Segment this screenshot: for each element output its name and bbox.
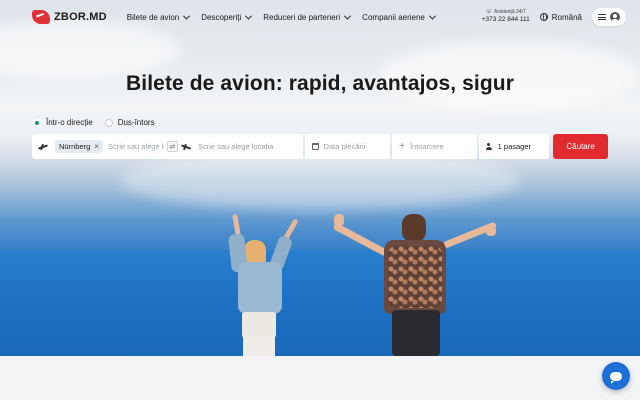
chevron-down-icon: [428, 12, 436, 20]
support-contact[interactable]: ☏ Asistență 24/7 +373 22 844 111: [481, 10, 530, 24]
nav-item-descoperiti[interactable]: Descoperiți: [201, 12, 253, 22]
calendar-icon: [311, 143, 319, 150]
swap-icon[interactable]: ⇄: [166, 141, 178, 152]
route-field: Nürnberg × Scrie sau alege locația ⇄ Scr…: [32, 134, 303, 159]
person-woman: [222, 213, 302, 356]
chat-bubble-icon: [610, 371, 622, 384]
account-menu-button[interactable]: [592, 8, 626, 26]
person-icon: [485, 143, 493, 150]
landing-icon: [181, 143, 192, 151]
origin-chip[interactable]: Nürnberg ×: [55, 140, 103, 153]
site-header: ZBOR.MD Bilete de avion Descoperiți Redu…: [0, 0, 640, 34]
return-placeholder: Întoarcere: [409, 142, 444, 151]
radio-unchecked-icon: [104, 118, 113, 127]
search-button[interactable]: Căutare: [553, 134, 608, 159]
nav-item-bilete[interactable]: Bilete de avion: [126, 12, 191, 22]
nav-item-label: Reduceri de parteneri: [263, 12, 341, 22]
user-icon: [610, 12, 620, 22]
language-selector[interactable]: Română: [539, 12, 582, 22]
chevron-down-icon: [183, 12, 191, 20]
support-phone: +373 22 844 111: [481, 16, 530, 24]
person-man: [332, 212, 500, 356]
departure-date-field[interactable]: Data plecării: [304, 134, 391, 159]
origin-chip-label: Nürnberg: [59, 142, 91, 151]
destination-input[interactable]: Scrie sau alege locația: [198, 142, 273, 151]
radio-checked-icon: [33, 118, 41, 127]
language-label: Română: [551, 12, 582, 22]
departure-placeholder: Data plecării: [323, 142, 366, 151]
hamburger-icon: [598, 14, 606, 20]
takeoff-icon: [38, 143, 49, 151]
sea: [0, 250, 640, 356]
passengers-field[interactable]: 1 pasager: [478, 134, 550, 159]
chevron-down-icon: [245, 12, 253, 20]
trip-type-selector: Într-o direcție Dus-întors: [33, 118, 155, 127]
nav-item-label: Bilete de avion: [126, 12, 180, 22]
logo-text: ZBOR.MD: [54, 11, 107, 23]
globe-icon: [539, 13, 548, 21]
cloud: [120, 150, 520, 210]
plus-icon: +: [399, 141, 405, 152]
nav-item-label: Descoperiți: [201, 12, 242, 22]
page-title: Bilete de avion: rapid, avantajos, sigur: [126, 72, 514, 95]
logo-icon: [32, 10, 50, 24]
radio-label: Într-o direcție: [46, 118, 93, 127]
return-date-field[interactable]: + Întoarcere: [392, 134, 477, 159]
hero-background: [0, 0, 640, 356]
nav-item-reduceri[interactable]: Reduceri de parteneri: [263, 12, 352, 22]
passengers-label: 1 pasager: [497, 142, 532, 151]
origin-input[interactable]: Scrie sau alege locația: [108, 142, 164, 151]
page-bottom: [0, 356, 640, 400]
close-icon[interactable]: ×: [94, 142, 99, 151]
radio-one-way[interactable]: Într-o direcție: [33, 118, 93, 127]
logo[interactable]: ZBOR.MD: [32, 10, 107, 24]
nav-item-label: Companii aeriene: [362, 12, 425, 22]
main-nav: Bilete de avion Descoperiți Reduceri de …: [126, 12, 436, 22]
flight-search-form: Nürnberg × Scrie sau alege locația ⇄ Scr…: [32, 134, 608, 159]
radio-round-trip[interactable]: Dus-întors: [104, 118, 155, 127]
radio-label: Dus-întors: [117, 118, 155, 127]
chat-button[interactable]: [602, 362, 630, 390]
chevron-down-icon: [344, 12, 352, 20]
nav-item-companii[interactable]: Companii aeriene: [362, 12, 436, 22]
